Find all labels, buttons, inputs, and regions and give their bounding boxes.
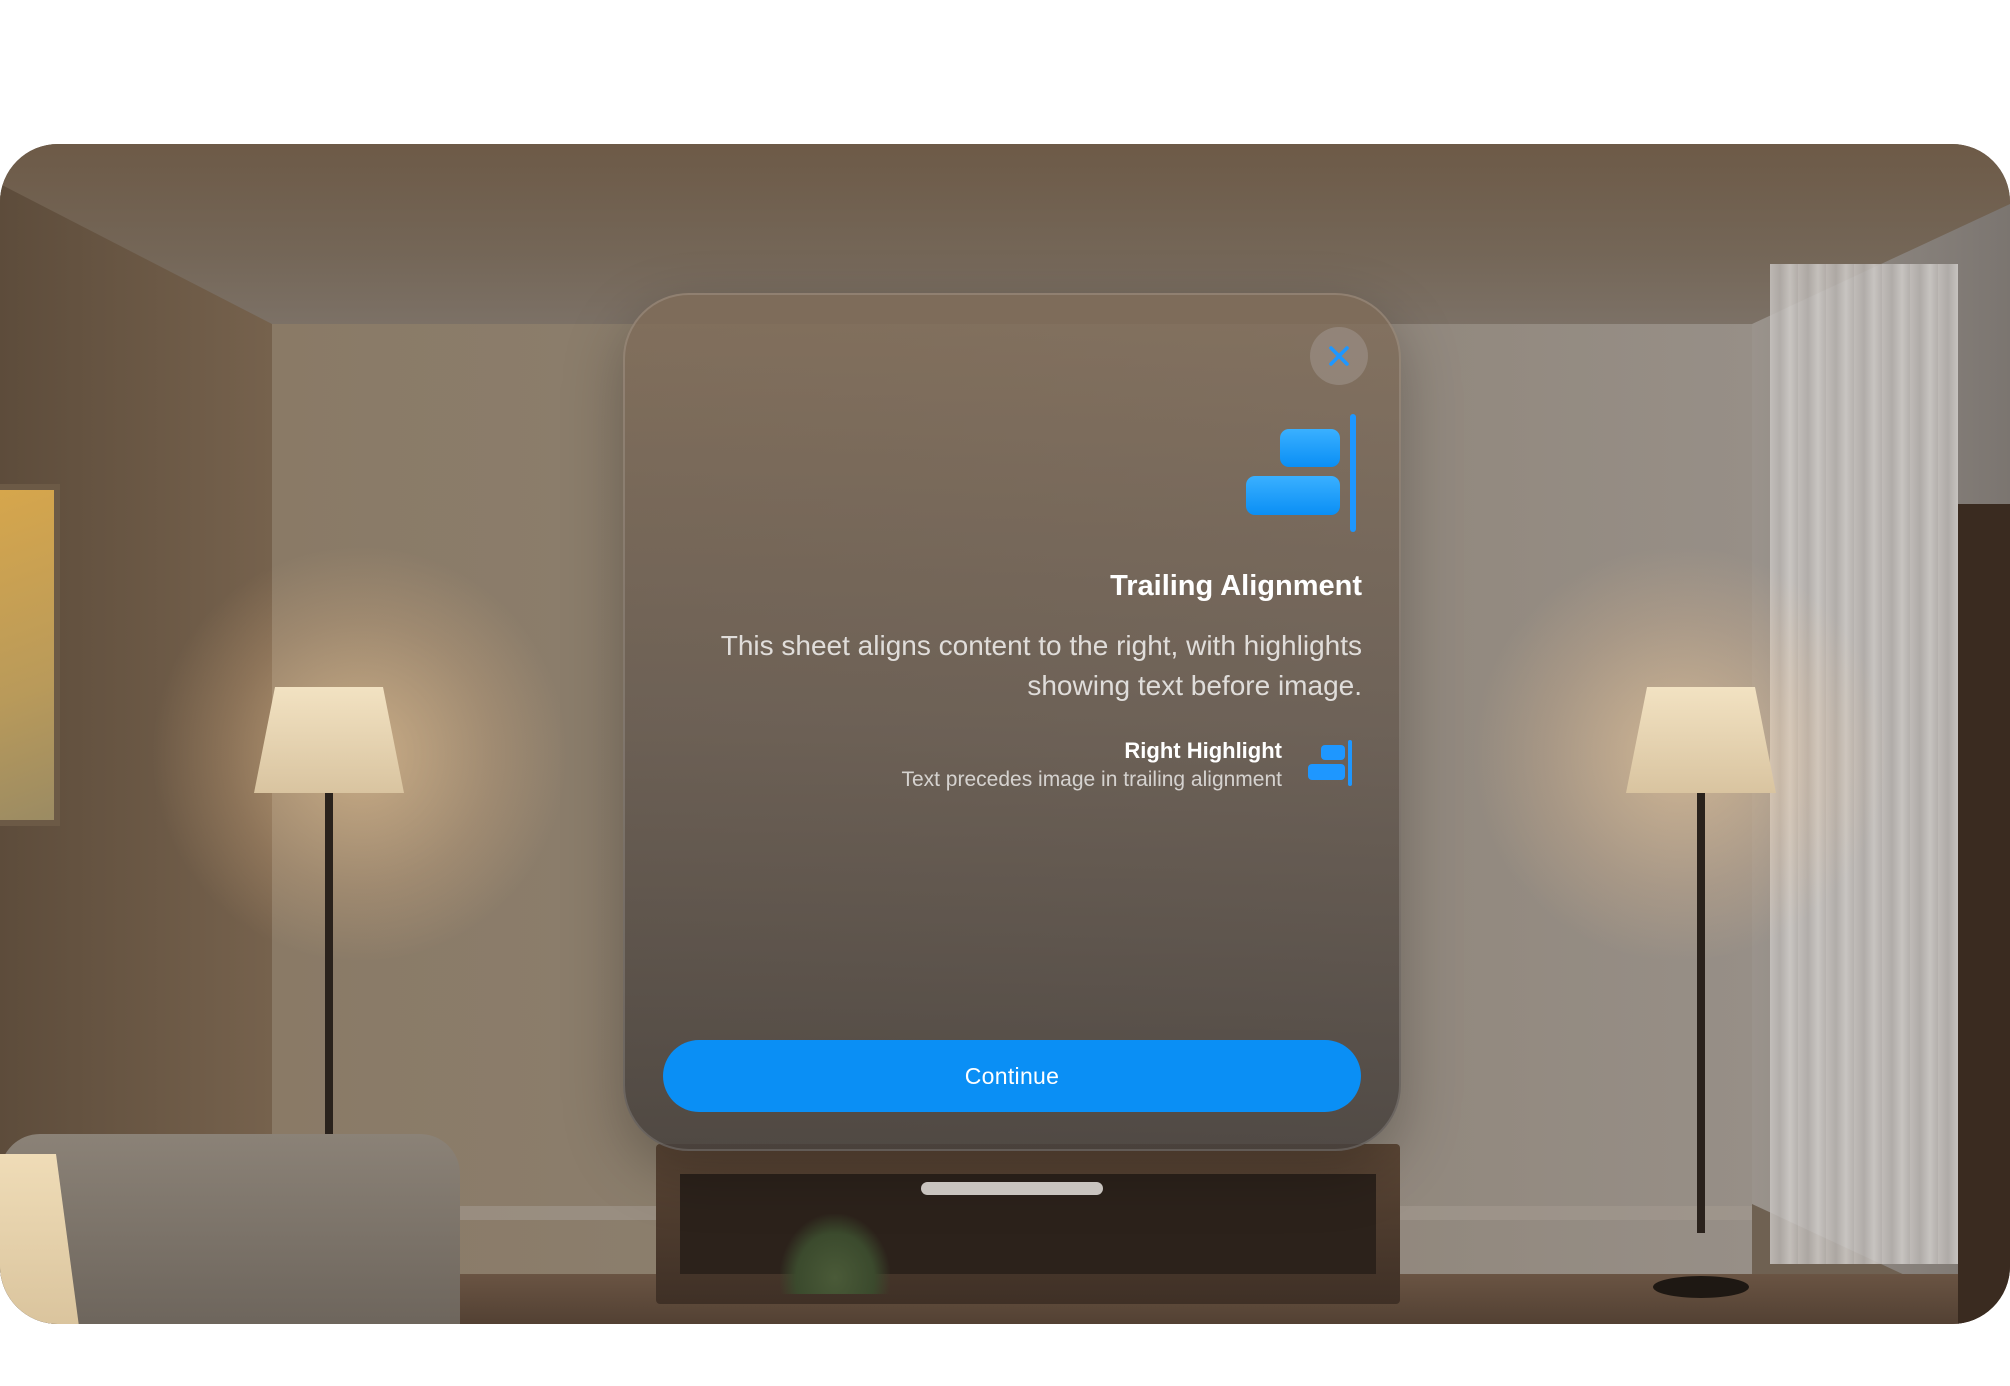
bookshelf — [1958, 504, 2010, 1324]
close-button[interactable] — [1310, 327, 1368, 385]
window-grabber[interactable] — [921, 1182, 1103, 1195]
potted-plant — [780, 1214, 890, 1294]
align-trailing-icon — [1246, 414, 1356, 532]
highlight-subtitle: Text precedes image in trailing alignmen… — [901, 768, 1282, 791]
floor-lamp-right-pole — [1697, 793, 1705, 1233]
wall-painting — [0, 484, 60, 826]
floor-lamp-left — [254, 687, 404, 793]
highlight-text: Right Highlight Text precedes image in t… — [762, 736, 1282, 794]
align-trailing-icon — [1308, 740, 1352, 786]
continue-button[interactable]: Continue — [663, 1040, 1361, 1112]
sheet-title: Trailing Alignment — [1110, 570, 1362, 602]
highlight-row: Right Highlight Text precedes image in t… — [760, 736, 1360, 796]
sheet-description: This sheet aligns content to the right, … — [720, 630, 1362, 701]
xmark-icon — [1329, 346, 1349, 366]
floor-lamp-right-base — [1653, 1276, 1749, 1298]
floor-lamp-right — [1626, 687, 1776, 793]
highlight-title: Right Highlight — [1124, 738, 1282, 763]
